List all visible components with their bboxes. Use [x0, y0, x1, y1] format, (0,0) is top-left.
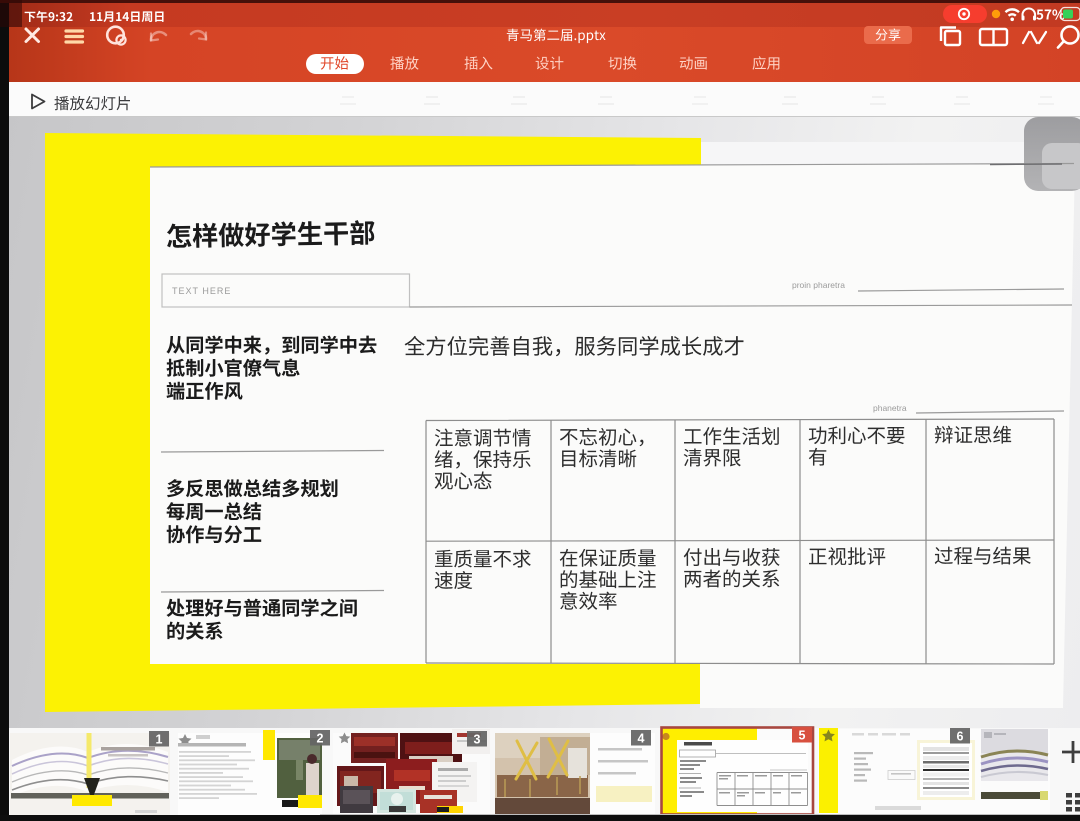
svg-text:phanetra: phanetra [873, 403, 907, 413]
svg-text:TEXT HERE: TEXT HERE [172, 286, 231, 296]
svg-text:6: 6 [957, 730, 964, 744]
svg-text:1: 1 [156, 733, 163, 747]
svg-text:4: 4 [638, 732, 645, 746]
svg-text:5: 5 [799, 729, 806, 743]
svg-text:3: 3 [474, 733, 481, 747]
svg-text:2: 2 [317, 732, 324, 746]
svg-text:proin pharetra: proin pharetra [792, 280, 845, 290]
